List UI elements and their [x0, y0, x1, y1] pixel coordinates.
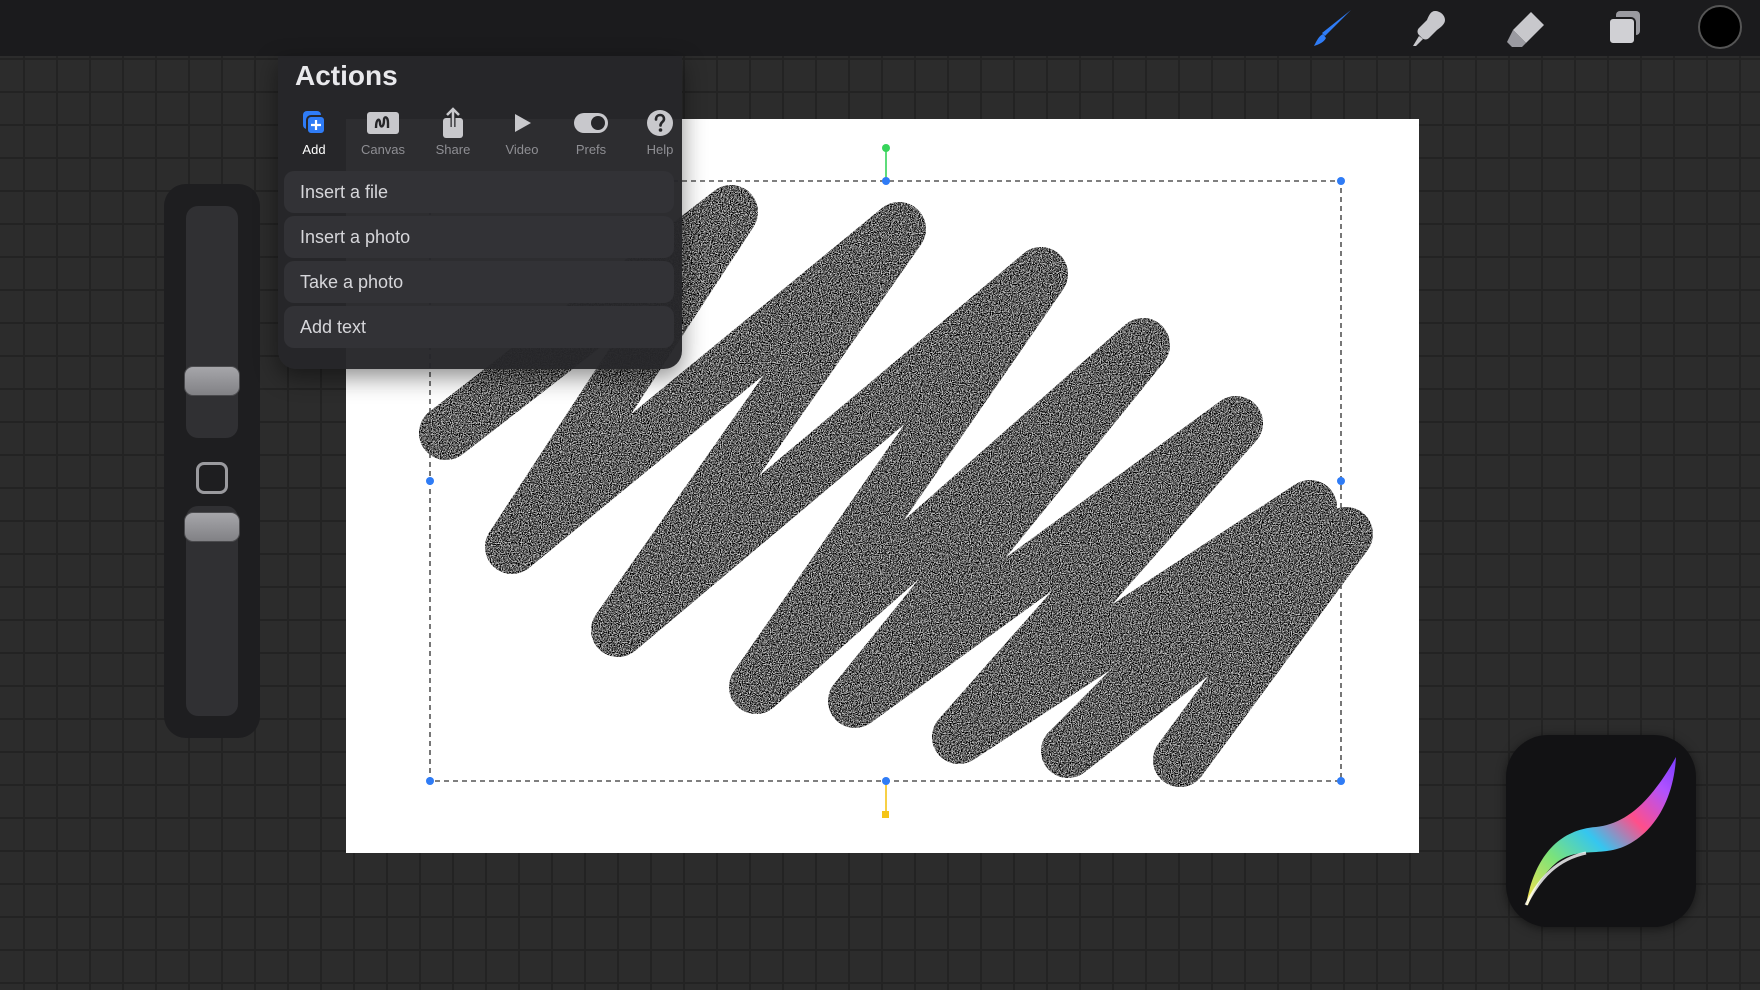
modify-button[interactable] [196, 462, 228, 494]
brush-size-knob[interactable] [184, 366, 240, 396]
brush-size-slider[interactable] [186, 206, 238, 438]
tab-video[interactable]: Video [492, 106, 552, 164]
selection-handle[interactable] [1337, 777, 1345, 785]
canvas-icon [367, 112, 399, 134]
selection-handle[interactable] [1337, 177, 1345, 185]
selection-handle[interactable] [426, 477, 434, 485]
add-icon [303, 111, 326, 135]
tab-prefs[interactable]: Prefs [561, 106, 621, 164]
play-icon [515, 114, 531, 132]
tab-canvas-label: Canvas [360, 142, 406, 157]
layers-button[interactable] [1601, 6, 1647, 50]
insert-file-item[interactable]: Insert a file [284, 171, 674, 213]
procreate-app-logo [1506, 735, 1696, 927]
take-photo-item[interactable]: Take a photo [284, 261, 674, 303]
tab-help[interactable]: Help [630, 106, 690, 164]
help-icon [647, 110, 673, 136]
brush-icon [1314, 10, 1351, 46]
tab-share-label: Share [435, 142, 471, 157]
procreate-logo-icon [1524, 757, 1676, 906]
tab-video-label: Video [505, 142, 539, 157]
tab-add-label: Add [302, 142, 326, 157]
layers-icon [1608, 11, 1640, 45]
selection-handle[interactable] [426, 777, 434, 785]
insert-photo-item[interactable]: Insert a photo [284, 216, 674, 258]
actions-panel: Actions Add Canvas Share Video Prefs Hel… [278, 56, 682, 369]
add-text-item[interactable]: Add text [284, 306, 674, 348]
selection-handle[interactable] [882, 177, 890, 185]
top-toolbar [0, 0, 1760, 56]
selection-handle[interactable] [882, 777, 890, 785]
smudge-tool-button[interactable] [1406, 6, 1452, 50]
share-icon [443, 107, 463, 138]
eraser-tool-button[interactable] [1503, 6, 1549, 50]
actions-title: Actions [295, 60, 398, 91]
toggle-icon [574, 113, 608, 133]
brush-opacity-knob[interactable] [184, 512, 240, 542]
tab-canvas[interactable]: Canvas [353, 106, 413, 164]
brush-sliders-sidebar [164, 184, 260, 738]
rotation-handle[interactable] [882, 144, 890, 152]
tab-share[interactable]: Share [423, 106, 483, 164]
tab-prefs-label: Prefs [575, 142, 607, 157]
eraser-icon [1507, 12, 1544, 47]
color-picker-button[interactable] [1698, 5, 1742, 49]
brush-tool-button[interactable] [1310, 6, 1356, 50]
smudge-icon [1413, 11, 1445, 46]
tab-help-label: Help [646, 142, 674, 157]
selection-handle[interactable] [1337, 477, 1345, 485]
snap-handle[interactable] [882, 811, 889, 818]
tab-add[interactable]: Add [284, 106, 344, 164]
